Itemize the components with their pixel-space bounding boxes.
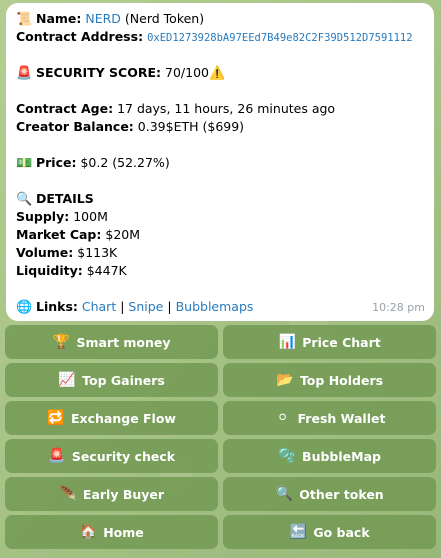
button-label: Home [103,524,144,540]
message-timestamp: 10:28 pm [372,301,425,314]
siren-icon: 🚨 [48,448,66,464]
go-back-button[interactable]: 🔙 Go back [223,515,436,549]
button-label: Top Gainers [82,372,165,388]
link-separator: | [120,299,125,314]
button-label: Security check [71,448,176,464]
button-label: Early Buyer [82,486,165,502]
security-row: 🚨 SECURITY SCORE: 70/100⚠️ [16,64,424,82]
magnifier-icon: 🔍 [16,192,33,207]
contract-address[interactable]: 0xED1273928bA97EEd7B49e82C2F39D512D75911… [147,32,413,44]
button-label: Other token [299,486,384,502]
button-label: Top Holders [299,372,384,388]
button-label: Smart money [76,334,171,350]
security-score: 70/100 [165,65,209,80]
early-buyer-button[interactable]: 🪶 Early Buyer [5,477,218,511]
globe-icon: 🌐 [16,300,33,315]
token-full-name: (Nerd Token) [124,11,205,26]
volume-label: Volume: [16,245,74,260]
liquidity-value: $447K [86,263,127,278]
feather-icon: 🪶 [59,486,77,502]
scroll-icon: 📜 [16,12,33,27]
contract-row: Contract Address: 0xED1273928bA97EEd7B49… [16,28,424,46]
button-label: Price Chart [302,334,381,350]
liquidity-label: Liquidity: [16,263,83,278]
button-label: Go back [313,524,370,540]
chart-link[interactable]: Chart [82,299,116,314]
folder-icon: 📂 [276,372,294,388]
bubblemaps-link[interactable]: Bubblemaps [176,299,254,314]
fresh-wallet-button[interactable]: ⚪ Fresh Wallet [223,401,436,435]
button-label: Fresh Wallet [297,410,386,426]
price-chart-button[interactable]: 📊 Price Chart [223,325,436,359]
house-icon: 🏠 [79,524,97,540]
inline-keyboard: 🏆 Smart money 📊 Price Chart 📈 Top Gainers 📂… [5,325,436,549]
market-cap-label: Market Cap: [16,227,102,242]
bar-chart-icon: 📊 [278,334,296,350]
snipe-link[interactable]: Snipe [128,299,163,314]
smart-money-button[interactable]: 🏆 Smart money [5,325,218,359]
warning-icon: ⚠️ [209,66,226,81]
top-gainers-button[interactable]: 📈 Top Gainers [5,363,218,397]
contract-age-value: 17 days, 11 hours, 26 minutes ago [117,101,336,116]
bubblemap-button[interactable]: 🫧 BubbleMap [223,439,436,473]
repeat-icon: 🔁 [47,410,65,426]
price-label: Price: [35,155,77,170]
security-label: SECURITY SCORE: [35,65,162,80]
market-cap-value: $20M [105,227,141,242]
name-row: 📜 Name: NERD (Nerd Token) [16,10,424,28]
details-header-row: 🔍 DETAILS [16,190,424,208]
links-row: 🌐 Links: Chart | Snipe | Bubblemaps [16,298,424,316]
creator-balance-value: 0.39$ETH ($699) [137,119,245,134]
home-button[interactable]: 🏠 Home [5,515,218,549]
volume-row: Volume: $113K [16,244,424,262]
supply-row: Supply: 100M [16,208,424,226]
button-label: Exchange Flow [71,410,176,426]
market-cap-row: Market Cap: $20M [16,226,424,244]
message-bubble: 📜 Name: NERD (Nerd Token) Contract Addre… [6,3,434,321]
links-label: Links: [35,299,78,314]
link-separator: | [167,299,172,314]
bubbles-icon: 🫧 [278,448,296,464]
exchange-flow-button[interactable]: 🔁 Exchange Flow [5,401,218,435]
money-icon: 💵 [16,156,33,171]
chart-up-icon: 📈 [58,372,76,388]
supply-value: 100M [73,209,108,224]
contract-age-row: Contract Age: 17 days, 11 hours, 26 minu… [16,100,424,118]
magnifier-icon: 🔍 [275,486,293,502]
other-token-button[interactable]: 🔍 Other token [223,477,436,511]
trophy-icon: 🏆 [52,334,71,350]
token-ticker-link[interactable]: NERD [85,11,121,26]
return-icon: 🔙 [289,524,308,540]
liquidity-row: Liquidity: $447K [16,262,424,280]
contract-age-label: Contract Age: [16,101,114,116]
white-circle-icon: ⚪ [276,410,289,426]
creator-balance-label: Creator Balance: [16,119,134,134]
top-holders-button[interactable]: 📂 Top Holders [223,363,436,397]
creator-balance-row: Creator Balance: 0.39$ETH ($699) [16,118,424,136]
price-row: 💵 Price: $0.2 (52.27%) [16,154,424,172]
security-check-button[interactable]: 🚨 Security check [5,439,218,473]
siren-icon: 🚨 [16,66,33,81]
volume-value: $113K [77,245,118,260]
button-label: BubbleMap [302,448,381,464]
supply-label: Supply: [16,209,70,224]
contract-label: Contract Address: [16,29,144,44]
name-label: Name: [35,11,82,26]
details-header: DETAILS [35,191,94,206]
price-value: $0.2 (52.27%) [80,155,170,170]
